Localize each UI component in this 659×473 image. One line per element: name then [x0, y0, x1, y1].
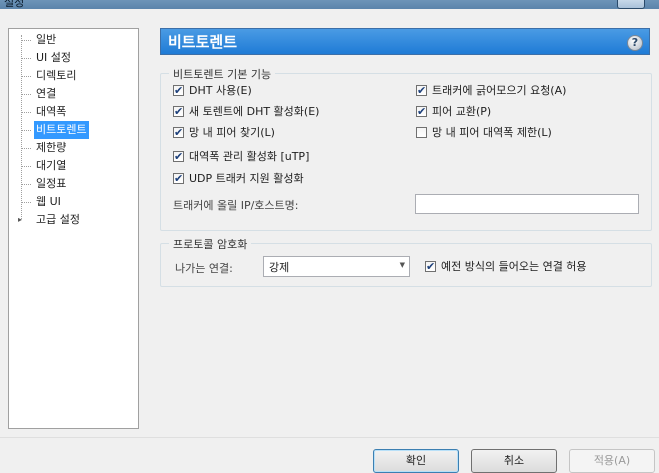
- window-title: 설정: [4, 0, 25, 9]
- expand-arrow-icon[interactable]: ▸: [18, 211, 22, 229]
- udp-tracker-checkbox[interactable]: UDP 트래커 지원 활성화: [173, 171, 393, 187]
- checkbox-label: 망 내 피어 대역폭 제한(L): [432, 126, 552, 139]
- help-icon[interactable]: ?: [627, 35, 643, 51]
- cancel-button[interactable]: 취소: [471, 449, 557, 473]
- limit-local-peer-bandwidth-checkbox[interactable]: 망 내 피어 대역폭 제한(L): [416, 125, 636, 141]
- title-bar: 설정: [0, 0, 659, 9]
- close-window-button[interactable]: [617, 0, 645, 9]
- checkbox-label: UDP 트래커 지원 활성화: [189, 172, 304, 185]
- group-legend: 프로토콜 암호화: [169, 236, 252, 252]
- checkbox-label: 대역폭 관리 활성화 [uTP]: [189, 150, 310, 163]
- checkbox-label: 새 토렌트에 DHT 활성화(E): [189, 105, 320, 118]
- page-header: 비트토렌트 ?: [160, 28, 650, 55]
- checkbox-box[interactable]: [416, 83, 427, 99]
- sidebar-item-label: 비트토렌트: [34, 121, 89, 139]
- sidebar-item-label: 대역폭: [36, 105, 67, 118]
- allow-legacy-incoming-checkbox[interactable]: 예전 방식의 들어오는 연결 허용: [425, 259, 645, 275]
- ip-hostname-label: 트래커에 올릴 IP/호스트명:: [173, 199, 299, 212]
- outgoing-label: 나가는 연결:: [175, 262, 233, 275]
- sidebar-item-bittorrent[interactable]: 비트토렌트: [9, 121, 129, 139]
- checkbox-box[interactable]: [425, 259, 436, 275]
- sidebar-item-general[interactable]: 일반: [9, 31, 129, 49]
- sidebar-item-label: 일반: [36, 33, 57, 46]
- select-value: 강제: [269, 261, 290, 274]
- sidebar-item-label: 웹 UI: [36, 195, 61, 208]
- checkbox-box[interactable]: [173, 83, 184, 99]
- local-peer-discovery-checkbox[interactable]: 망 내 피어 찾기(L): [173, 125, 393, 141]
- dht-new-torrents-checkbox[interactable]: 새 토렌트에 DHT 활성화(E): [173, 104, 393, 120]
- sidebar-item-label: 제한량: [36, 141, 67, 154]
- checkbox-box[interactable]: [173, 171, 184, 187]
- checkbox-box[interactable]: [173, 104, 184, 120]
- ip-hostname-input[interactable]: [415, 194, 639, 214]
- bandwidth-management-checkbox[interactable]: 대역폭 관리 활성화 [uTP]: [173, 149, 393, 165]
- outgoing-encryption-select[interactable]: 강제 ▼: [263, 256, 410, 277]
- protocol-encryption-group: 프로토콜 암호화 나가는 연결: 강제 ▼ 예전 방식의 들어오는 연결 허용: [160, 236, 652, 287]
- sidebar-item-label: 고급 설정: [36, 213, 80, 226]
- sidebar-item-label: 대기열: [36, 159, 67, 172]
- sidebar-item-scheduler[interactable]: 일정표: [9, 175, 129, 193]
- sidebar-item-bandwidth[interactable]: 대역폭: [9, 103, 129, 121]
- basic-features-group: 비트토렌트 기본 기능 DHT 사용(E) 새 토렌트에 DHT 활성화(E) …: [160, 66, 652, 231]
- page-title: 비트토렌트: [168, 33, 238, 51]
- checkbox-box[interactable]: [173, 149, 184, 165]
- checkbox-label: 피어 교환(P): [432, 105, 492, 118]
- divider: [0, 437, 659, 438]
- sidebar-item-connection[interactable]: 연결: [9, 85, 129, 103]
- dht-checkbox[interactable]: DHT 사용(E): [173, 83, 393, 99]
- chevron-down-icon: ▼: [399, 261, 405, 269]
- sidebar-item-queueing[interactable]: 대기열: [9, 157, 129, 175]
- apply-button[interactable]: 적용(A): [569, 449, 655, 473]
- sidebar-item-label: 일정표: [36, 177, 67, 190]
- sidebar-item-directories[interactable]: 디렉토리: [9, 67, 129, 85]
- ok-button[interactable]: 확인: [373, 449, 459, 473]
- checkbox-box[interactable]: [416, 104, 427, 120]
- group-legend: 비트토렌트 기본 기능: [169, 66, 276, 82]
- sidebar-item-ui-settings[interactable]: UI 설정: [9, 49, 129, 67]
- checkbox-label: 트래커에 긁어모으기 요청(A): [432, 84, 567, 97]
- sidebar-item-transfer-cap[interactable]: 제한량: [9, 139, 129, 157]
- sidebar-item-web-ui[interactable]: 웹 UI: [9, 193, 129, 211]
- checkbox-label: DHT 사용(E): [189, 84, 252, 97]
- sidebar-item-label: 연결: [36, 87, 57, 100]
- sidebar-item-advanced[interactable]: ▸ 고급 설정: [9, 211, 129, 229]
- checkbox-label: 예전 방식의 들어오는 연결 허용: [441, 260, 587, 273]
- scrape-request-checkbox[interactable]: 트래커에 긁어모으기 요청(A): [416, 83, 636, 99]
- settings-sidebar: 일반 UI 설정 디렉토리 연결 대역폭 비트토렌트 제한량 대기열 일정표 웹…: [8, 28, 139, 429]
- sidebar-item-label: UI 설정: [36, 51, 72, 64]
- checkbox-label: 망 내 피어 찾기(L): [189, 126, 275, 139]
- checkbox-box[interactable]: [173, 125, 184, 141]
- checkbox-box[interactable]: [416, 127, 427, 138]
- peer-exchange-checkbox[interactable]: 피어 교환(P): [416, 104, 636, 120]
- sidebar-item-label: 디렉토리: [36, 69, 77, 82]
